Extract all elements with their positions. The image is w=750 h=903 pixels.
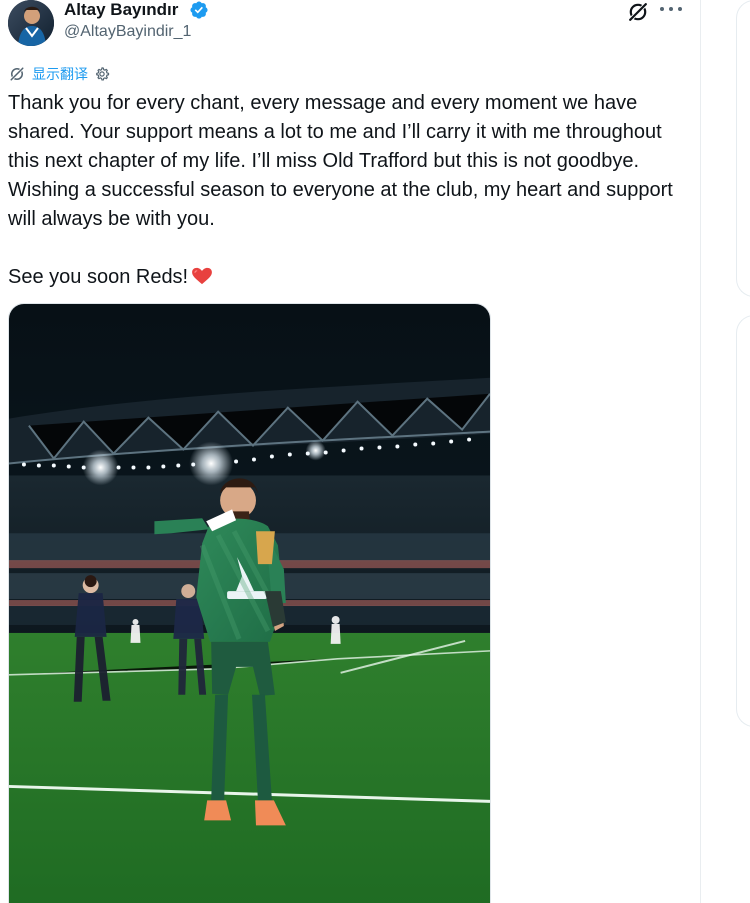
author-handle[interactable]: @AltayBayindir_1 bbox=[64, 22, 191, 42]
dot-icon bbox=[669, 7, 673, 11]
right-sidebar-card-bottom bbox=[736, 315, 750, 727]
gear-icon[interactable] bbox=[94, 66, 110, 82]
more-dots-icon[interactable] bbox=[660, 0, 682, 18]
translate-row: 显示翻译 bbox=[8, 64, 110, 84]
tweet-photo[interactable] bbox=[8, 303, 491, 903]
tweet-closing-line: See you soon Reds! bbox=[8, 266, 189, 288]
dot-icon bbox=[660, 7, 664, 11]
dot-icon bbox=[678, 7, 682, 11]
avatar-image bbox=[8, 0, 54, 46]
author-name[interactable]: Altay Bayındır bbox=[64, 0, 178, 20]
tweet-page: Altay Bayındır @AltayBayindir_1 显示翻译 Tha… bbox=[0, 0, 750, 903]
grok-icon bbox=[9, 66, 25, 82]
red-heart-emoji-icon bbox=[192, 267, 213, 285]
tweet-text: Thank you for every chant, every message… bbox=[8, 89, 688, 292]
avatar[interactable] bbox=[8, 0, 54, 46]
verified-badge-icon bbox=[190, 1, 208, 19]
tweet-paragraph: Thank you for every chant, every message… bbox=[8, 92, 673, 230]
right-sidebar-card-top bbox=[736, 0, 750, 297]
goalkeeper-photo bbox=[9, 304, 490, 903]
show-translation-link[interactable]: 显示翻译 bbox=[32, 64, 88, 84]
grok-icon[interactable] bbox=[626, 0, 650, 24]
tweet-paragraph: See you soon Reds! bbox=[8, 263, 688, 292]
